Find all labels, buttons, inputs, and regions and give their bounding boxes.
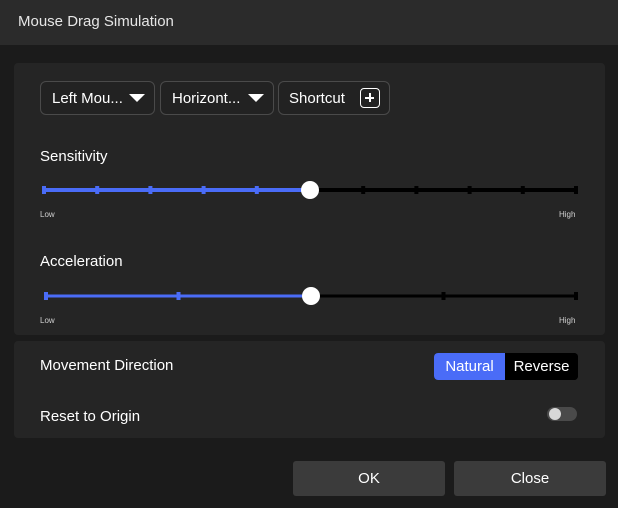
slider-tick xyxy=(44,292,48,300)
sensitivity-slider[interactable] xyxy=(42,181,578,199)
reset-to-origin-switch[interactable] xyxy=(547,407,577,421)
slider-tick xyxy=(254,186,259,194)
slider-tick xyxy=(520,186,525,194)
reverse-option[interactable]: Reverse xyxy=(505,353,578,380)
slider-tick xyxy=(574,186,578,194)
switch-knob xyxy=(549,408,561,420)
slider-tick xyxy=(467,186,472,194)
reset-to-origin-label: Reset to Origin xyxy=(40,408,141,425)
slider-layer xyxy=(42,181,578,305)
slider-thumb[interactable] xyxy=(301,181,319,199)
slider-tick xyxy=(176,292,181,300)
slider-tick xyxy=(574,292,578,300)
natural-option[interactable]: Natural xyxy=(434,353,505,380)
slider-tick xyxy=(361,186,366,194)
close-button[interactable]: Close xyxy=(454,461,606,496)
slider-tick xyxy=(201,186,206,194)
ok-button[interactable]: OK xyxy=(293,461,445,496)
movement-direction-label: Movement Direction xyxy=(40,357,174,374)
slider-tick xyxy=(95,186,100,194)
slider-tick xyxy=(148,186,153,194)
slider-tick xyxy=(42,186,46,194)
acceleration-slider[interactable] xyxy=(44,287,578,305)
slider-tick xyxy=(414,186,419,194)
slider-tick xyxy=(441,292,446,300)
movement-direction-toggle[interactable]: Natural Reverse xyxy=(434,353,578,380)
slider-thumb[interactable] xyxy=(302,287,320,305)
